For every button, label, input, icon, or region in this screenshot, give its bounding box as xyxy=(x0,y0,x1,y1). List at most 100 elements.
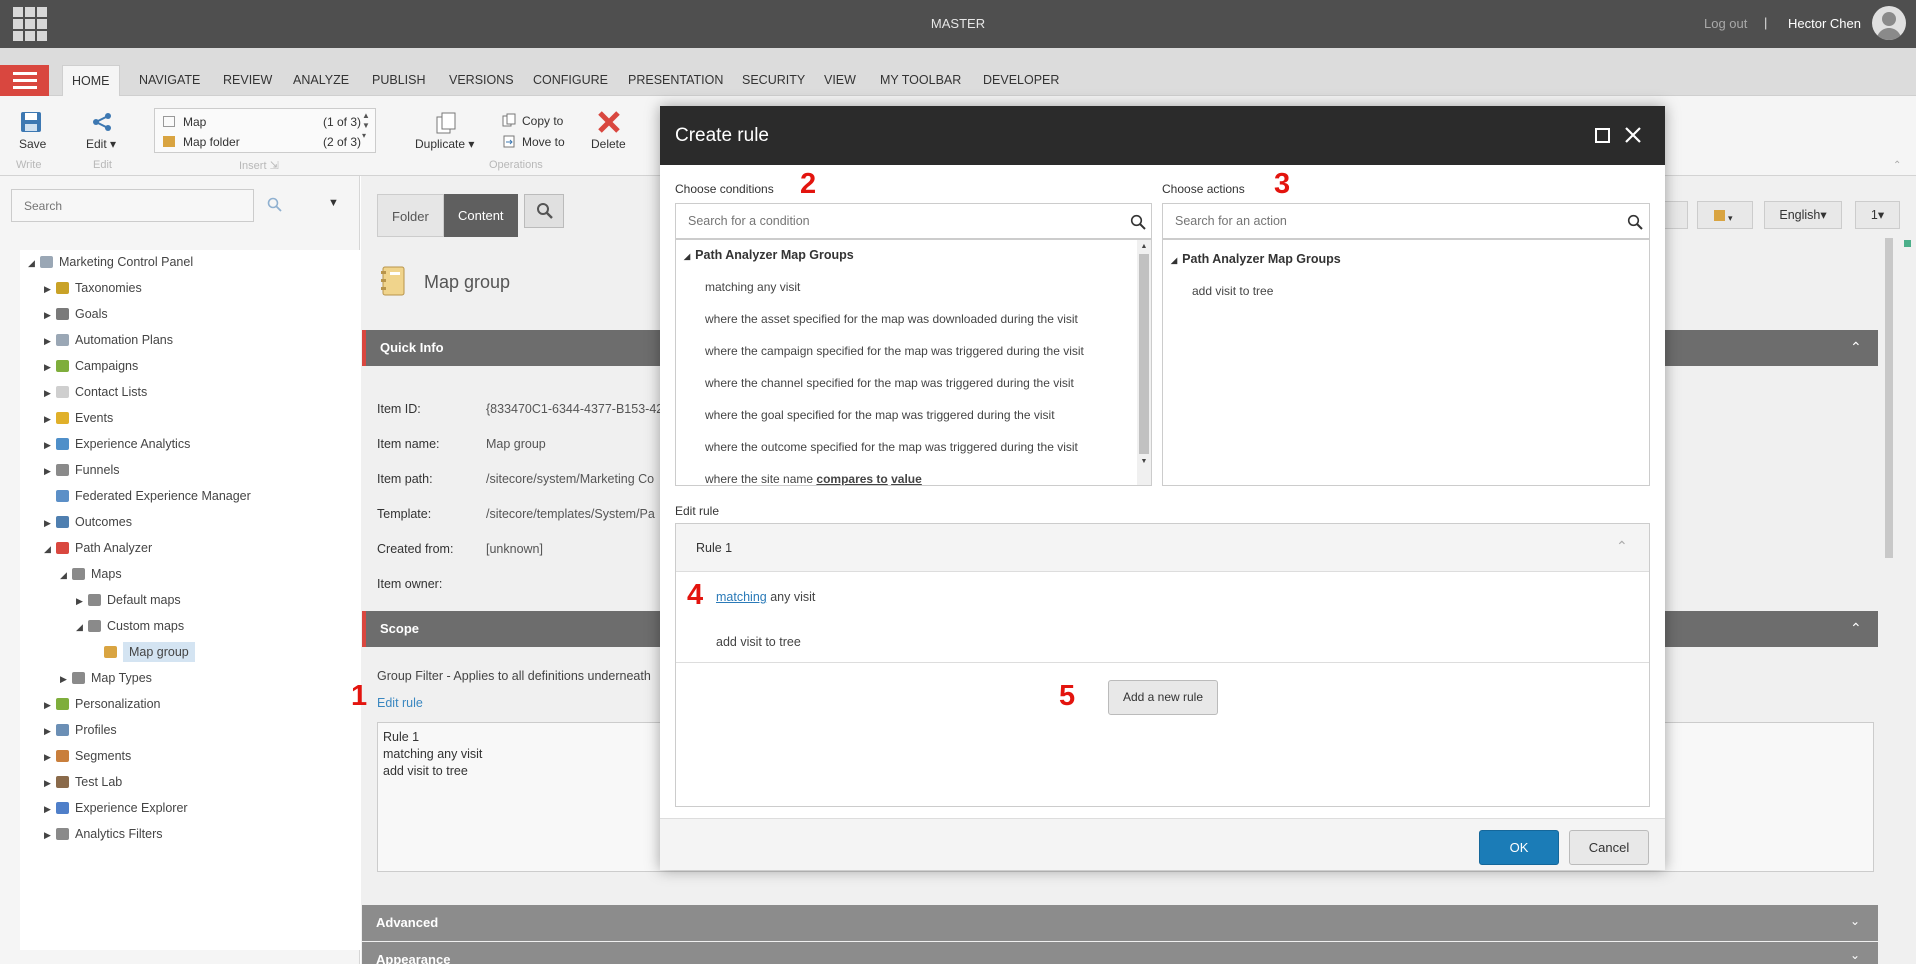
tab-home[interactable]: HOME xyxy=(62,65,120,96)
ok-button[interactable]: OK xyxy=(1479,830,1559,865)
language-dropdown[interactable]: English▾ xyxy=(1764,201,1842,229)
tree-node[interactable]: ▶ Default maps xyxy=(76,587,181,613)
condition-item[interactable]: where the campaign specified for the map… xyxy=(705,344,1084,358)
tree-search-input[interactable] xyxy=(11,189,254,222)
conditions-scrollbar[interactable]: ▲ ▼ xyxy=(1137,240,1151,485)
condition-item[interactable]: where the channel specified for the map … xyxy=(705,376,1074,390)
tab-versions[interactable]: VERSIONS xyxy=(440,65,523,96)
tab-analyze[interactable]: ANALYZE xyxy=(284,65,358,96)
tab-my-toolbar[interactable]: MY TOOLBAR xyxy=(871,65,970,96)
tree-node[interactable]: ▶ Contact Lists xyxy=(44,379,147,405)
compares-to-link[interactable]: compares to xyxy=(816,472,887,485)
tree-node[interactable]: ▶ Segments xyxy=(44,743,131,769)
tab-navigate[interactable]: NAVIGATE xyxy=(130,65,209,96)
search-icon[interactable] xyxy=(1627,214,1643,230)
rule-action[interactable]: add visit to tree xyxy=(716,635,801,649)
tree-node[interactable]: ▶ Test Lab xyxy=(44,769,122,795)
expand-arrow-icon[interactable]: ▶ xyxy=(44,328,56,354)
avatar[interactable] xyxy=(1872,6,1906,40)
tree-node[interactable]: ◢ Path Analyzer xyxy=(44,535,152,561)
condition-item[interactable]: where the goal specified for the map was… xyxy=(705,408,1055,422)
move-to-button[interactable]: Move to xyxy=(522,135,565,149)
scrollbar-thumb[interactable] xyxy=(1139,254,1149,454)
tree-node[interactable]: ▶ Goals xyxy=(44,301,108,327)
copy-to-button[interactable]: Copy to xyxy=(522,114,563,128)
expand-arrow-icon[interactable]: ▶ xyxy=(44,718,56,744)
tab-publish[interactable]: PUBLISH xyxy=(363,65,435,96)
chevron-up-icon[interactable]: ⌃ xyxy=(1616,538,1628,555)
action-item[interactable]: add visit to tree xyxy=(1192,284,1273,298)
expand-arrow-icon[interactable]: ▶ xyxy=(44,796,56,822)
expand-arrow-icon[interactable]: ▶ xyxy=(44,432,56,458)
tree-node[interactable]: Federated Experience Manager xyxy=(44,483,251,509)
expand-arrow-icon[interactable]: ▶ xyxy=(44,406,56,432)
condition-search-input[interactable] xyxy=(675,203,1152,239)
tab-content[interactable]: Content xyxy=(444,194,518,237)
tree-node[interactable]: ▶ Personalization xyxy=(44,691,160,717)
tab-review[interactable]: REVIEW xyxy=(214,65,281,96)
tree-node[interactable]: ◢ Custom maps xyxy=(76,613,184,639)
duplicate-button[interactable]: Duplicate ▾ xyxy=(415,137,474,151)
edit-icon[interactable] xyxy=(91,111,113,133)
condition-item[interactable]: where the outcome specified for the map … xyxy=(705,440,1078,454)
action-group[interactable]: ◢ Path Analyzer Map Groups xyxy=(1171,252,1341,266)
value-link[interactable]: value xyxy=(891,472,922,485)
logout-link[interactable]: Log out xyxy=(1704,16,1747,31)
item-type-dropdown[interactable]: ▾ xyxy=(1697,201,1753,229)
tree-node[interactable]: ▶ Experience Analytics xyxy=(44,431,190,457)
tree-node[interactable]: ▶ Campaigns xyxy=(44,353,138,379)
chevron-down-icon[interactable]: ⌄ xyxy=(1850,948,1860,962)
search-icon[interactable] xyxy=(1130,214,1146,230)
tree-node[interactable]: ▶ Events xyxy=(44,405,113,431)
chevron-down-icon[interactable]: ⌄ xyxy=(1850,914,1860,928)
maximize-icon[interactable] xyxy=(1595,128,1610,143)
expand-arrow-icon[interactable]: ◢ xyxy=(60,562,72,588)
chevron-up-icon[interactable]: ⌃ xyxy=(1850,339,1862,356)
expand-arrow-icon[interactable]: ◢ xyxy=(44,536,56,562)
add-new-rule-button[interactable]: Add a new rule xyxy=(1108,680,1218,715)
expand-arrow-icon[interactable]: ▶ xyxy=(44,302,56,328)
menu-icon[interactable] xyxy=(0,65,49,96)
duplicate-icon[interactable] xyxy=(434,111,458,135)
cancel-button[interactable]: Cancel xyxy=(1569,830,1649,865)
version-dropdown[interactable]: 1▾ xyxy=(1855,201,1900,229)
scrollbar-thumb[interactable] xyxy=(1885,238,1893,558)
tab-view[interactable]: VIEW xyxy=(815,65,865,96)
tree-node[interactable]: ▶ Profiles xyxy=(44,717,117,743)
tree-node[interactable]: ▶ Automation Plans xyxy=(44,327,173,353)
close-icon[interactable] xyxy=(1624,126,1642,144)
expand-arrow-icon[interactable]: ▶ xyxy=(44,276,56,302)
tree-node[interactable]: ▶ Outcomes xyxy=(44,509,132,535)
condition-item[interactable]: matching any visit xyxy=(705,280,800,294)
condition-group[interactable]: ◢ Path Analyzer Map Groups xyxy=(684,248,854,262)
tree-node[interactable]: ▶ Funnels xyxy=(44,457,119,483)
action-search-input[interactable] xyxy=(1162,203,1650,239)
appearance-header[interactable]: Appearance xyxy=(362,942,1878,964)
search-icon[interactable] xyxy=(267,197,282,212)
tree-node[interactable]: ◢ Marketing Control Panel xyxy=(28,249,193,275)
tree-node[interactable]: ▶ Taxonomies xyxy=(44,275,142,301)
collapse-ribbon-icon[interactable]: ⌃ xyxy=(1893,160,1901,171)
rule-1-header[interactable]: Rule 1 ⌃ xyxy=(676,524,1649,572)
chevron-down-icon[interactable]: ▼ xyxy=(328,197,339,209)
tree-node[interactable]: ◢ Maps xyxy=(60,561,122,587)
chevron-up-icon[interactable]: ⌃ xyxy=(1850,620,1862,637)
tree-node[interactable]: ▶ Analytics Filters xyxy=(44,821,163,847)
tab-security[interactable]: SECURITY xyxy=(733,65,814,96)
expand-arrow-icon[interactable]: ◢ xyxy=(28,250,40,276)
insert-map[interactable]: Map (1 of 3) xyxy=(163,115,363,129)
expand-arrow-icon[interactable]: ▶ xyxy=(76,588,88,614)
insert-map-folder[interactable]: Map folder (2 of 3) xyxy=(163,135,363,149)
matching-link[interactable]: matching xyxy=(716,590,767,604)
expand-arrow-icon[interactable]: ▶ xyxy=(44,510,56,536)
delete-icon[interactable] xyxy=(597,110,621,134)
save-button[interactable]: Save xyxy=(19,137,46,151)
save-icon[interactable] xyxy=(20,111,42,133)
expand-arrow-icon[interactable]: ▶ xyxy=(44,354,56,380)
condition-item[interactable]: where the asset specified for the map wa… xyxy=(705,312,1078,326)
expand-arrow-icon[interactable]: ▶ xyxy=(60,666,72,692)
expand-arrow-icon[interactable]: ▶ xyxy=(44,822,56,848)
delete-button[interactable]: Delete xyxy=(591,137,626,151)
tab-search[interactable] xyxy=(524,194,564,228)
condition-item[interactable]: where the site name compares to value xyxy=(705,472,922,485)
